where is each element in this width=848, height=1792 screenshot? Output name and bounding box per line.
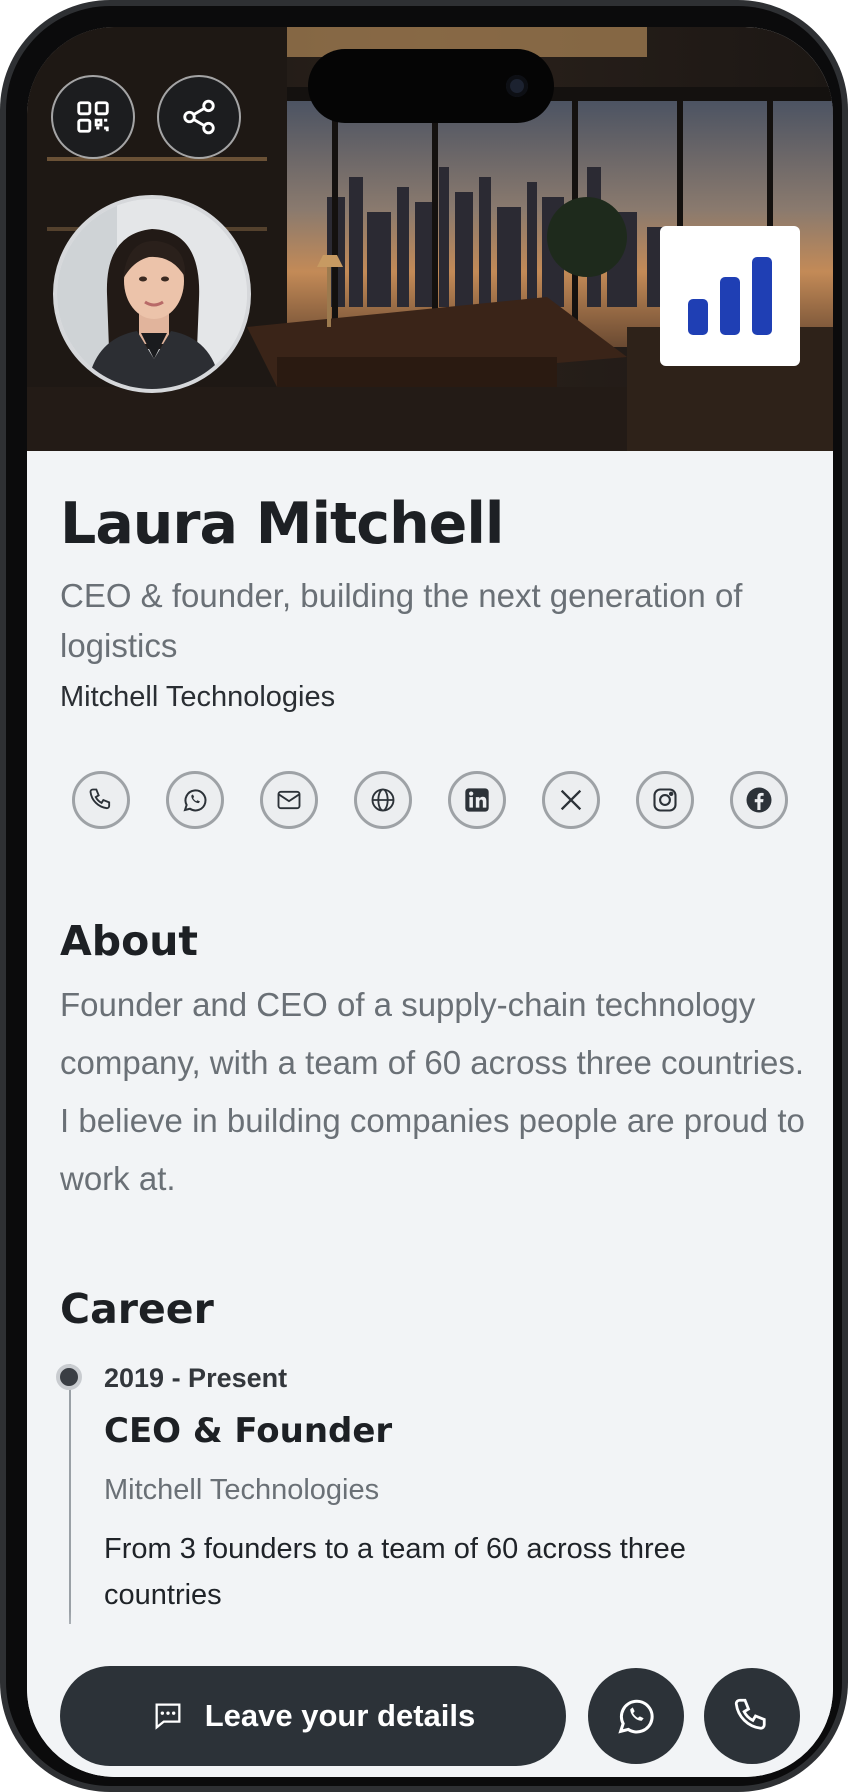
career-heading: Career	[60, 1285, 214, 1333]
leave-details-button[interactable]: Leave your details	[60, 1666, 566, 1766]
profile-subtitle: CEO & founder, building the next generat…	[60, 577, 743, 664]
camera-icon	[506, 75, 528, 97]
qr-code-icon	[77, 101, 109, 133]
whatsapp-icon	[618, 1699, 654, 1734]
phone-bezel: Laura Mitchell CEO & founder, building t…	[6, 6, 842, 1786]
whatsapp-cta-button[interactable]	[588, 1668, 684, 1764]
phone-icon	[89, 788, 111, 810]
about-text: Founder and CEO of a supply-chain techno…	[60, 986, 805, 1197]
profile-name: Laura Mitchell	[60, 491, 504, 557]
brand-logo	[660, 226, 800, 366]
linkedin-icon	[465, 788, 489, 812]
qr-code-button[interactable]	[51, 75, 135, 159]
email-icon	[277, 790, 301, 810]
avatar	[53, 195, 251, 393]
career-title: CEO & Founder	[104, 1411, 393, 1451]
cover-image	[27, 27, 833, 451]
career-description: From 3 founders to a team of 60 across t…	[104, 1533, 686, 1611]
phone-icon	[734, 1698, 766, 1730]
social-email-button[interactable]	[260, 771, 318, 829]
x-icon	[560, 789, 582, 811]
social-phone-button[interactable]	[72, 771, 130, 829]
leave-details-label: Leave your details	[204, 1698, 476, 1733]
social-facebook-button[interactable]	[730, 771, 788, 829]
social-instagram-button[interactable]	[636, 771, 694, 829]
social-linkedin-button[interactable]	[448, 771, 506, 829]
screen: Laura Mitchell CEO & founder, building t…	[27, 27, 833, 1777]
phone-frame: Laura Mitchell CEO & founder, building t…	[0, 0, 848, 1792]
timeline-line	[69, 1364, 71, 1624]
social-whatsapp-button[interactable]	[166, 771, 224, 829]
call-cta-button[interactable]	[704, 1668, 800, 1764]
timeline-dot	[56, 1364, 82, 1390]
bar-chart-logo-icon	[688, 257, 772, 335]
career-company: Mitchell Technologies	[104, 1474, 380, 1506]
profile-company: Mitchell Technologies	[60, 681, 336, 713]
social-links	[72, 771, 792, 835]
whatsapp-icon	[183, 789, 207, 812]
globe-icon	[371, 788, 395, 812]
facebook-icon	[746, 787, 772, 813]
about-heading: About	[60, 917, 199, 965]
dynamic-island	[308, 49, 554, 123]
share-button[interactable]	[157, 75, 241, 159]
social-x-button[interactable]	[542, 771, 600, 829]
instagram-icon	[653, 788, 677, 812]
message-icon	[155, 1703, 181, 1730]
career-date: 2019 - Present	[104, 1363, 288, 1393]
social-website-button[interactable]	[354, 771, 412, 829]
share-icon	[183, 99, 215, 135]
